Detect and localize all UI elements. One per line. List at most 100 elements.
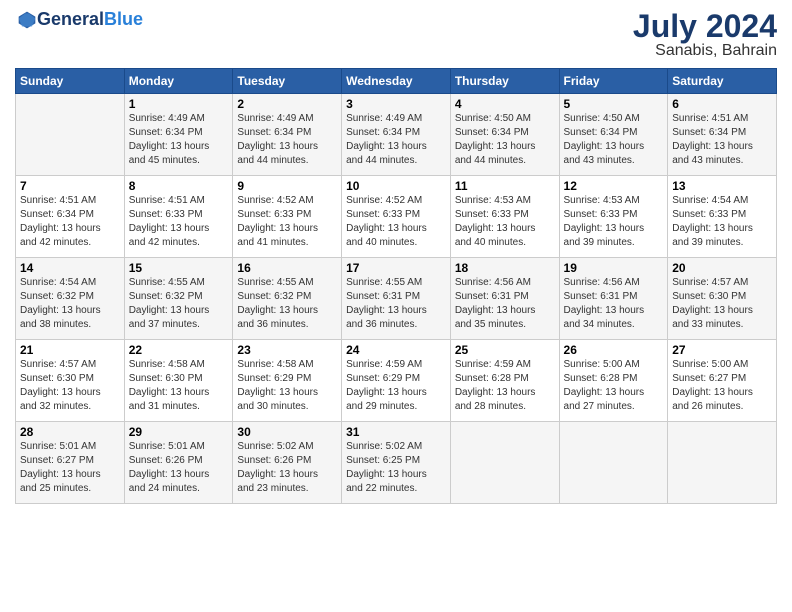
- day-number: 21: [20, 343, 120, 357]
- day-info: Sunrise: 4:53 AMSunset: 6:33 PMDaylight:…: [455, 194, 555, 250]
- calendar-cell: 13Sunrise: 4:54 AMSunset: 6:33 PMDayligh…: [668, 176, 777, 258]
- calendar-cell: 29Sunrise: 5:01 AMSunset: 6:26 PMDayligh…: [124, 422, 233, 504]
- location: Sanabis, Bahrain: [633, 42, 777, 60]
- day-number: 28: [20, 425, 120, 439]
- day-number: 23: [237, 343, 337, 357]
- calendar-cell: 17Sunrise: 4:55 AMSunset: 6:31 PMDayligh…: [342, 258, 451, 340]
- calendar-cell: 18Sunrise: 4:56 AMSunset: 6:31 PMDayligh…: [450, 258, 559, 340]
- calendar-cell: 26Sunrise: 5:00 AMSunset: 6:28 PMDayligh…: [559, 340, 668, 422]
- calendar-cell: 21Sunrise: 4:57 AMSunset: 6:30 PMDayligh…: [16, 340, 125, 422]
- day-number: 7: [20, 179, 120, 193]
- day-number: 26: [564, 343, 664, 357]
- day-info: Sunrise: 5:01 AMSunset: 6:26 PMDaylight:…: [129, 440, 229, 496]
- logo-icon: [17, 10, 37, 30]
- calendar-body: 1Sunrise: 4:49 AMSunset: 6:34 PMDaylight…: [16, 94, 777, 504]
- weekday-tuesday: Tuesday: [233, 69, 342, 94]
- day-info: Sunrise: 5:01 AMSunset: 6:27 PMDaylight:…: [20, 440, 120, 496]
- day-info: Sunrise: 4:52 AMSunset: 6:33 PMDaylight:…: [346, 194, 446, 250]
- day-info: Sunrise: 4:57 AMSunset: 6:30 PMDaylight:…: [672, 276, 772, 332]
- calendar-cell: 4Sunrise: 4:50 AMSunset: 6:34 PMDaylight…: [450, 94, 559, 176]
- calendar-cell: 7Sunrise: 4:51 AMSunset: 6:34 PMDaylight…: [16, 176, 125, 258]
- weekday-saturday: Saturday: [668, 69, 777, 94]
- day-number: 29: [129, 425, 229, 439]
- calendar: SundayMondayTuesdayWednesdayThursdayFrid…: [15, 68, 777, 504]
- week-row-3: 14Sunrise: 4:54 AMSunset: 6:32 PMDayligh…: [16, 258, 777, 340]
- calendar-cell: 3Sunrise: 4:49 AMSunset: 6:34 PMDaylight…: [342, 94, 451, 176]
- day-number: 9: [237, 179, 337, 193]
- day-number: 8: [129, 179, 229, 193]
- month-year: July 2024: [633, 10, 777, 42]
- day-number: 5: [564, 97, 664, 111]
- weekday-thursday: Thursday: [450, 69, 559, 94]
- day-info: Sunrise: 4:51 AMSunset: 6:33 PMDaylight:…: [129, 194, 229, 250]
- day-number: 16: [237, 261, 337, 275]
- calendar-cell: 30Sunrise: 5:02 AMSunset: 6:26 PMDayligh…: [233, 422, 342, 504]
- calendar-cell: 23Sunrise: 4:58 AMSunset: 6:29 PMDayligh…: [233, 340, 342, 422]
- calendar-cell: 19Sunrise: 4:56 AMSunset: 6:31 PMDayligh…: [559, 258, 668, 340]
- title-block: July 2024 Sanabis, Bahrain: [633, 10, 777, 60]
- day-info: Sunrise: 4:50 AMSunset: 6:34 PMDaylight:…: [564, 112, 664, 168]
- day-info: Sunrise: 4:56 AMSunset: 6:31 PMDaylight:…: [455, 276, 555, 332]
- calendar-cell: [450, 422, 559, 504]
- day-number: 10: [346, 179, 446, 193]
- day-info: Sunrise: 4:55 AMSunset: 6:32 PMDaylight:…: [237, 276, 337, 332]
- day-info: Sunrise: 4:49 AMSunset: 6:34 PMDaylight:…: [237, 112, 337, 168]
- calendar-cell: 1Sunrise: 4:49 AMSunset: 6:34 PMDaylight…: [124, 94, 233, 176]
- day-number: 14: [20, 261, 120, 275]
- day-info: Sunrise: 5:00 AMSunset: 6:27 PMDaylight:…: [672, 358, 772, 414]
- calendar-cell: 22Sunrise: 4:58 AMSunset: 6:30 PMDayligh…: [124, 340, 233, 422]
- logo-blue: Blue: [104, 9, 143, 29]
- calendar-cell: 2Sunrise: 4:49 AMSunset: 6:34 PMDaylight…: [233, 94, 342, 176]
- day-number: 18: [455, 261, 555, 275]
- day-info: Sunrise: 4:56 AMSunset: 6:31 PMDaylight:…: [564, 276, 664, 332]
- calendar-cell: 20Sunrise: 4:57 AMSunset: 6:30 PMDayligh…: [668, 258, 777, 340]
- calendar-cell: 27Sunrise: 5:00 AMSunset: 6:27 PMDayligh…: [668, 340, 777, 422]
- day-info: Sunrise: 4:55 AMSunset: 6:31 PMDaylight:…: [346, 276, 446, 332]
- calendar-header: SundayMondayTuesdayWednesdayThursdayFrid…: [16, 69, 777, 94]
- calendar-cell: 10Sunrise: 4:52 AMSunset: 6:33 PMDayligh…: [342, 176, 451, 258]
- week-row-4: 21Sunrise: 4:57 AMSunset: 6:30 PMDayligh…: [16, 340, 777, 422]
- day-number: 19: [564, 261, 664, 275]
- day-info: Sunrise: 4:59 AMSunset: 6:29 PMDaylight:…: [346, 358, 446, 414]
- day-info: Sunrise: 4:52 AMSunset: 6:33 PMDaylight:…: [237, 194, 337, 250]
- day-info: Sunrise: 4:51 AMSunset: 6:34 PMDaylight:…: [20, 194, 120, 250]
- day-info: Sunrise: 4:49 AMSunset: 6:34 PMDaylight:…: [129, 112, 229, 168]
- day-info: Sunrise: 4:58 AMSunset: 6:30 PMDaylight:…: [129, 358, 229, 414]
- calendar-cell: 14Sunrise: 4:54 AMSunset: 6:32 PMDayligh…: [16, 258, 125, 340]
- day-info: Sunrise: 5:02 AMSunset: 6:26 PMDaylight:…: [237, 440, 337, 496]
- logo: GeneralBlue: [15, 10, 143, 30]
- week-row-2: 7Sunrise: 4:51 AMSunset: 6:34 PMDaylight…: [16, 176, 777, 258]
- day-number: 3: [346, 97, 446, 111]
- calendar-cell: [668, 422, 777, 504]
- day-info: Sunrise: 5:02 AMSunset: 6:25 PMDaylight:…: [346, 440, 446, 496]
- calendar-cell: 12Sunrise: 4:53 AMSunset: 6:33 PMDayligh…: [559, 176, 668, 258]
- day-number: 6: [672, 97, 772, 111]
- day-number: 11: [455, 179, 555, 193]
- week-row-5: 28Sunrise: 5:01 AMSunset: 6:27 PMDayligh…: [16, 422, 777, 504]
- day-number: 13: [672, 179, 772, 193]
- calendar-cell: 11Sunrise: 4:53 AMSunset: 6:33 PMDayligh…: [450, 176, 559, 258]
- day-info: Sunrise: 4:53 AMSunset: 6:33 PMDaylight:…: [564, 194, 664, 250]
- day-number: 17: [346, 261, 446, 275]
- calendar-cell: [16, 94, 125, 176]
- calendar-cell: 31Sunrise: 5:02 AMSunset: 6:25 PMDayligh…: [342, 422, 451, 504]
- day-info: Sunrise: 4:58 AMSunset: 6:29 PMDaylight:…: [237, 358, 337, 414]
- page-container: GeneralBlue July 2024 Sanabis, Bahrain S…: [0, 0, 792, 612]
- day-number: 1: [129, 97, 229, 111]
- day-info: Sunrise: 4:51 AMSunset: 6:34 PMDaylight:…: [672, 112, 772, 168]
- weekday-friday: Friday: [559, 69, 668, 94]
- weekday-wednesday: Wednesday: [342, 69, 451, 94]
- day-info: Sunrise: 4:57 AMSunset: 6:30 PMDaylight:…: [20, 358, 120, 414]
- day-number: 20: [672, 261, 772, 275]
- day-number: 12: [564, 179, 664, 193]
- day-number: 2: [237, 97, 337, 111]
- calendar-cell: 24Sunrise: 4:59 AMSunset: 6:29 PMDayligh…: [342, 340, 451, 422]
- day-number: 27: [672, 343, 772, 357]
- day-number: 30: [237, 425, 337, 439]
- calendar-cell: 28Sunrise: 5:01 AMSunset: 6:27 PMDayligh…: [16, 422, 125, 504]
- day-number: 22: [129, 343, 229, 357]
- day-info: Sunrise: 4:50 AMSunset: 6:34 PMDaylight:…: [455, 112, 555, 168]
- weekday-sunday: Sunday: [16, 69, 125, 94]
- weekday-monday: Monday: [124, 69, 233, 94]
- day-number: 4: [455, 97, 555, 111]
